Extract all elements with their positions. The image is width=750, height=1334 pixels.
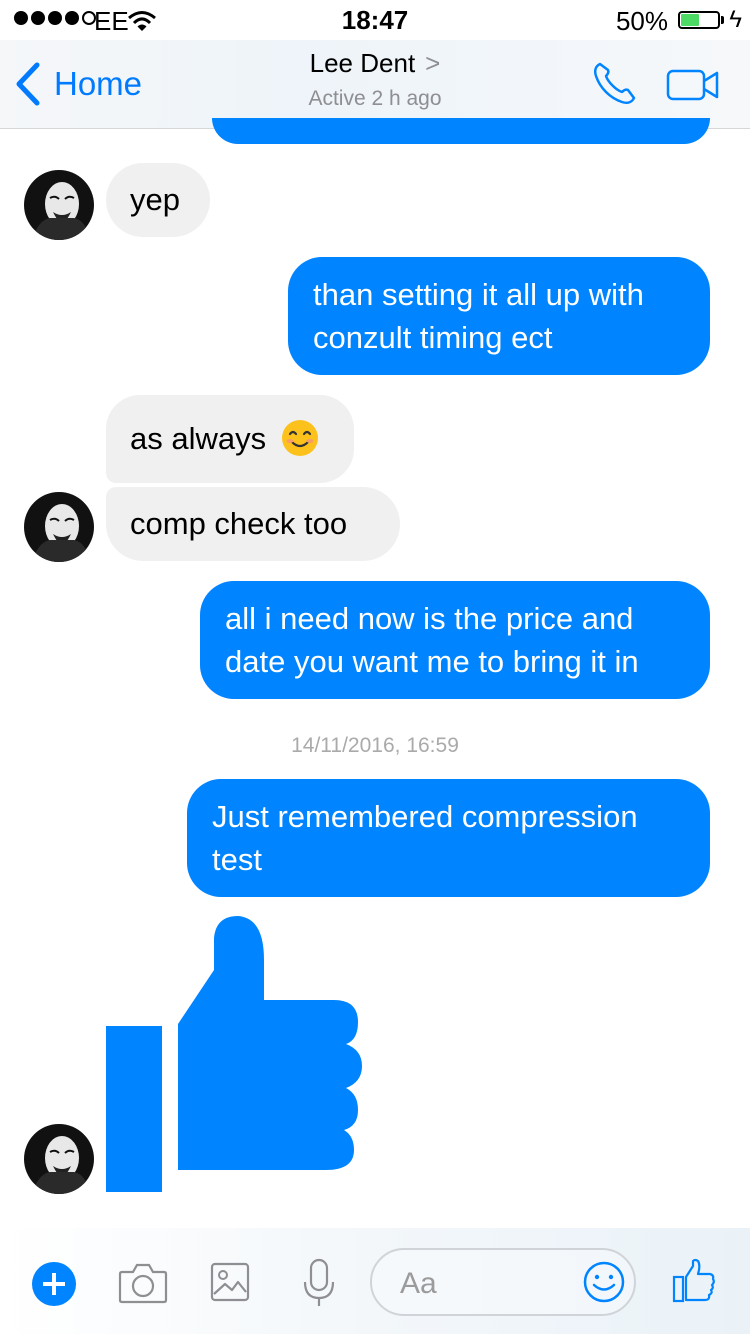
mask-avatar-icon [32,182,90,240]
message-text-line: date you want me to bring it in [225,644,639,679]
mask-avatar-icon [32,504,90,562]
message-bubble-incoming[interactable]: as always [106,395,354,483]
message-text-line: conzult timing ect [313,320,553,355]
battery-icon [678,11,720,29]
smiling-face-emoji-icon [281,420,318,456]
avatar[interactable] [24,1124,94,1194]
mask-avatar-icon [32,1136,90,1194]
message-text-line: all i need now is the price and [225,601,634,636]
microphone-icon[interactable] [302,1258,336,1308]
message-text: comp check too [130,506,348,541]
message-bubble-incoming[interactable]: yep [106,163,210,237]
add-more-button[interactable] [32,1262,76,1306]
message-bubble-incoming[interactable]: comp check too [106,487,400,561]
avatar[interactable] [24,492,94,562]
camera-icon[interactable] [118,1262,168,1304]
message-bubble-outgoing[interactable]: all i need now is the price and date you… [200,581,710,699]
battery-tip [721,16,724,24]
message-text-line: than setting it all up with [313,277,644,312]
phone-call-icon[interactable] [590,60,638,108]
message-timestamp: 14/11/2016, 16:59 [291,734,459,757]
chevron-right-icon: > [425,48,441,78]
avatar[interactable] [24,170,94,240]
status-bar: EE 18:47 50% ϟ [0,0,750,40]
contact-name: Lee Dent [309,48,416,78]
previous-outgoing-bubble[interactable] [212,118,710,144]
message-input-placeholder: Aa [400,1267,437,1300]
message-text-line: test [212,842,262,877]
message-text-line: Just remembered compression [212,799,638,834]
message-bubble-outgoing[interactable]: Just remembered compression test [187,779,710,897]
conversation-header: Home Lee Dent > Active 2 h ago [0,40,750,129]
emoji-icon[interactable] [582,1260,626,1304]
like-button-icon[interactable] [672,1258,716,1304]
charging-bolt-icon: ϟ [729,6,742,33]
message-text: yep [130,182,180,217]
video-call-icon[interactable] [666,68,720,102]
message-bubble-outgoing[interactable]: than setting it all up with conzult timi… [288,257,710,375]
gallery-icon[interactable] [210,1262,250,1302]
thumbs-up-icon[interactable] [106,916,368,1192]
battery-percentage: 50% [615,6,668,36]
message-text: as always [130,421,267,456]
